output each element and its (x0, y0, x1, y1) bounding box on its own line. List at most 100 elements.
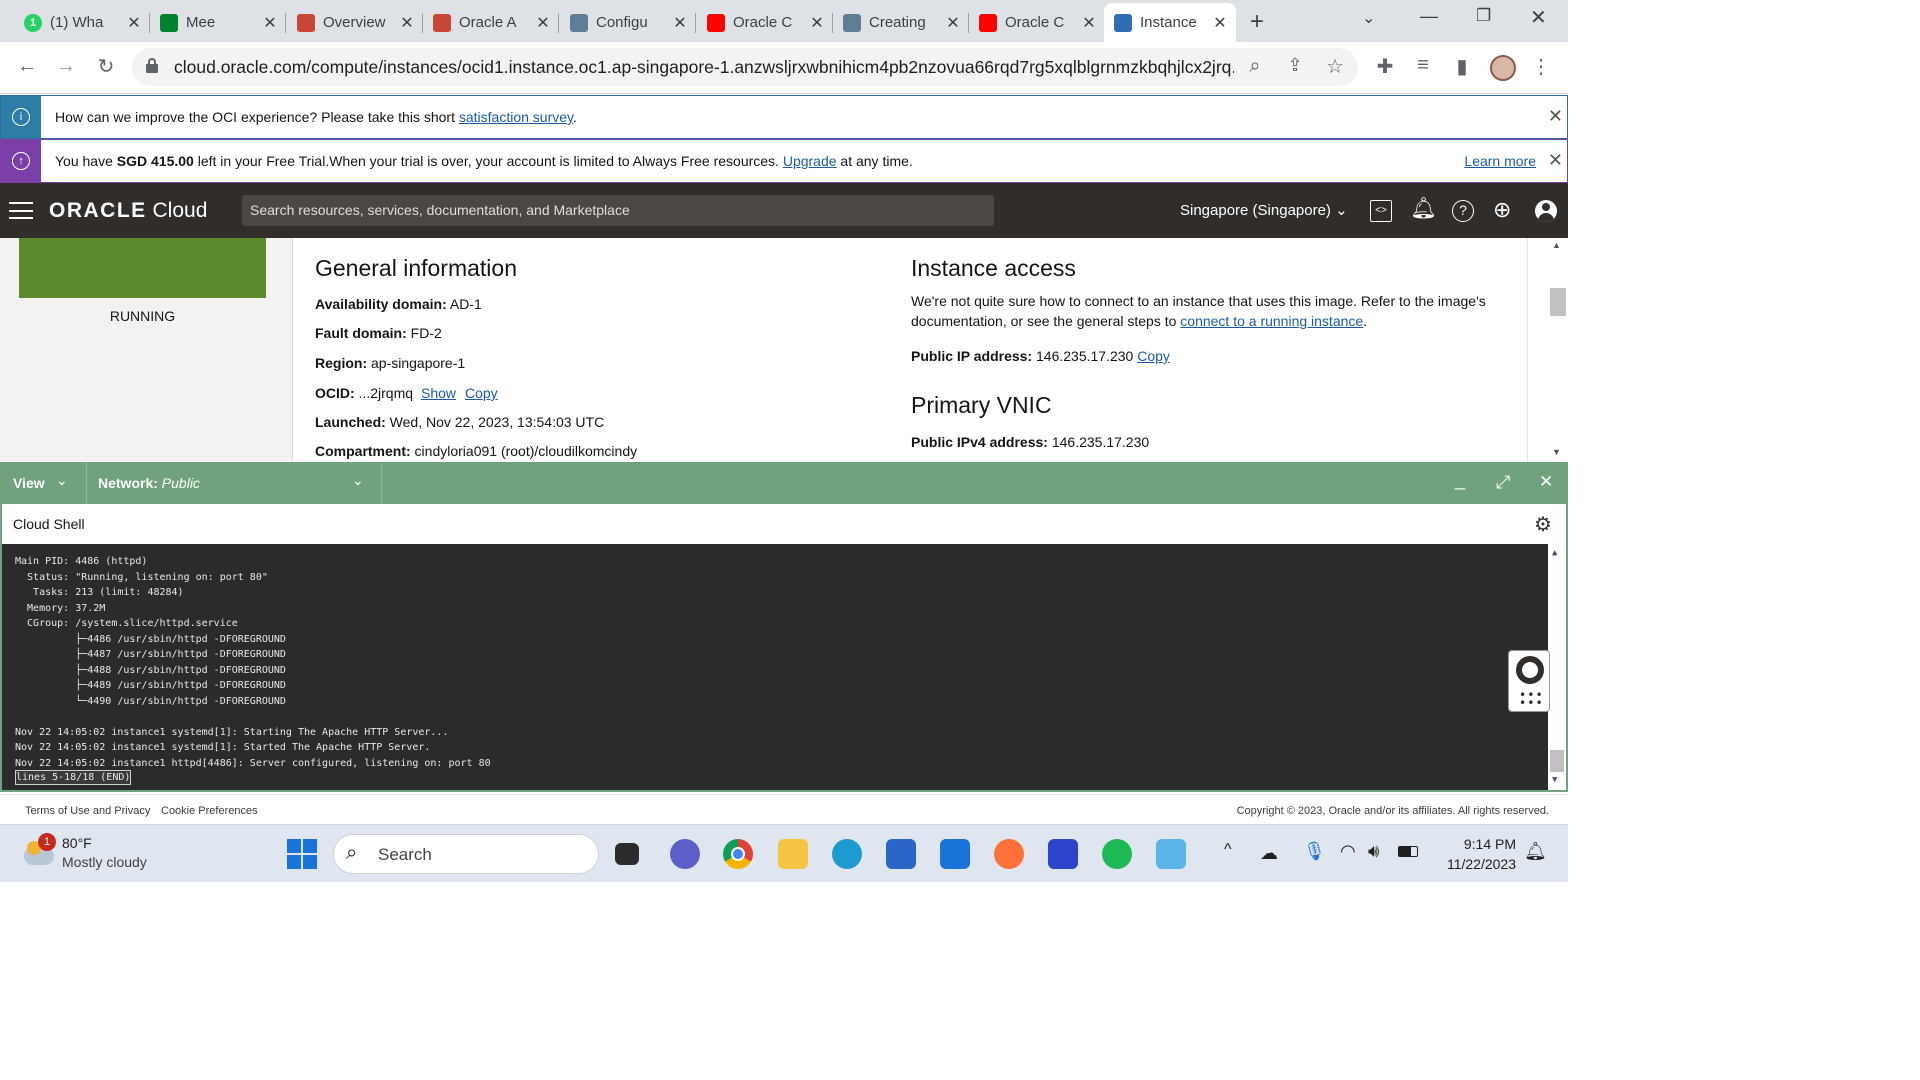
minimize-cloud-shell-button[interactable]: _ (1455, 470, 1465, 491)
close-tab-icon[interactable]: ✕ (943, 13, 963, 33)
close-tab-icon[interactable]: ✕ (533, 13, 553, 33)
close-trial-banner-icon[interactable]: ✕ (1548, 150, 1563, 171)
copy-public-ip-link[interactable]: Copy (1137, 348, 1170, 364)
close-tab-icon[interactable]: ✕ (807, 13, 827, 33)
hamburger-menu-icon[interactable] (9, 202, 33, 219)
onedrive-cloud-icon[interactable]: ☁ (1260, 843, 1278, 864)
maximize-cloud-shell-button[interactable]: ⤢ (1496, 472, 1510, 493)
show-hidden-icons-chevron-icon[interactable]: ^ (1224, 841, 1232, 859)
creative-app-icon[interactable] (1048, 839, 1078, 869)
close-window-button[interactable]: ✕ (1530, 5, 1547, 30)
network-selector[interactable]: Network: Public ⌄ (88, 462, 382, 504)
url-text[interactable]: cloud.oracle.com/compute/instances/ocid1… (174, 57, 1234, 78)
scroll-up-arrow-icon[interactable]: ▲ (1552, 548, 1557, 558)
bookmark-star-icon[interactable]: ☆ (1320, 54, 1350, 79)
help-icon[interactable]: ? (1452, 200, 1474, 222)
task-view-icon[interactable] (615, 843, 639, 865)
browser-menu-icon[interactable]: ⋮ (1526, 54, 1556, 79)
scroll-up-arrow-icon[interactable]: ▲ (1552, 240, 1561, 250)
terms-privacy-link[interactable]: Terms of Use and Privacy (25, 805, 150, 817)
ocid-copy-link[interactable]: Copy (465, 385, 498, 401)
browser-tab[interactable]: Oracle A ✕ (423, 3, 559, 42)
scrollbar-thumb[interactable] (1550, 288, 1566, 316)
close-tab-icon[interactable]: ✕ (1079, 13, 1099, 33)
lock-icon[interactable] (146, 58, 158, 73)
media-control-icon[interactable]: ≡ (1408, 54, 1438, 77)
apps-grid-icon[interactable]: ••• ••• (1519, 689, 1544, 709)
close-tab-icon[interactable]: ✕ (260, 13, 280, 33)
clock[interactable]: 9:14 PM 11/22/2023 (1430, 834, 1516, 874)
taskbar-search-box[interactable]: ⌕ Search (333, 834, 599, 874)
terminal-scrollbar-thumb[interactable] (1550, 750, 1564, 772)
close-tab-icon[interactable]: ✕ (670, 13, 690, 33)
upgrade-link[interactable]: Upgrade (783, 153, 837, 169)
terminal-line: Status: "Running, listening on: port 80" (15, 571, 268, 583)
tab-search-icon[interactable]: ⌄ (1362, 8, 1375, 28)
microphone-icon[interactable]: 🎙︎ (1303, 841, 1326, 862)
browser-tab[interactable]: Configu ✕ (560, 3, 696, 42)
teams-chat-icon[interactable] (670, 839, 700, 869)
browser-tab[interactable]: Oracle C ✕ (697, 3, 833, 42)
notepad-icon[interactable] (1156, 839, 1186, 869)
language-globe-icon[interactable]: ⊕ (1493, 197, 1511, 223)
lifebuoy-icon[interactable] (1516, 656, 1544, 684)
browser-tab[interactable]: Oracle C ✕ (969, 3, 1105, 42)
close-tab-icon[interactable]: ✕ (1210, 13, 1230, 33)
notification-bell-icon[interactable]: 🔔︎ (1524, 841, 1547, 862)
mail-icon[interactable] (940, 839, 970, 869)
battery-icon[interactable] (1398, 846, 1418, 857)
region-selector[interactable]: Singapore (Singapore) ⌄ (1180, 201, 1348, 219)
help-widget[interactable]: ••• ••• (1508, 650, 1550, 712)
cookie-preferences-link[interactable]: Cookie Preferences (161, 805, 258, 817)
connect-instance-link[interactable]: connect to a running instance (1180, 313, 1363, 329)
satisfaction-survey-link[interactable]: satisfaction survey (459, 109, 573, 125)
page-scrollbar[interactable]: ▲ ▼ (1527, 238, 1568, 461)
new-tab-button[interactable]: + (1250, 8, 1264, 36)
firefox-icon[interactable] (994, 839, 1024, 869)
reload-icon[interactable]: ↻ (91, 54, 121, 79)
profile-avatar[interactable] (1490, 55, 1516, 81)
forward-arrow-icon[interactable]: → (51, 55, 81, 78)
oracle-cloud-logo[interactable]: ORACLE Cloud (49, 199, 207, 223)
notifications-bell-icon[interactable]: 🔔︎ (1410, 197, 1437, 221)
browser-tab[interactable]: Instance ✕ (1104, 3, 1236, 42)
close-tab-icon[interactable]: ✕ (397, 13, 417, 33)
start-windows-icon[interactable] (287, 839, 317, 869)
microsoft-store-icon[interactable] (886, 839, 916, 869)
wifi-icon[interactable]: ◠ (1340, 841, 1356, 862)
zoom-icon[interactable]: ⌕ (1240, 55, 1270, 78)
browser-tab[interactable]: Overview ✕ (287, 3, 423, 42)
volume-icon[interactable]: 🔊︎ (1368, 841, 1379, 862)
scroll-down-arrow-icon[interactable]: ▼ (1552, 447, 1561, 457)
global-search-input[interactable]: Search resources, services, documentatio… (242, 195, 994, 226)
ocid-show-link[interactable]: Show (421, 385, 456, 401)
weather-widget[interactable]: 1 80°F Mostly cloudy (22, 833, 202, 877)
terminal-scrollbar[interactable]: ▲ ▼ (1548, 544, 1566, 790)
cloud-shell-icon[interactable]: <> (1370, 200, 1392, 222)
spotify-icon[interactable] (1102, 839, 1132, 869)
edge-icon[interactable] (832, 839, 862, 869)
browser-tab[interactable]: Creating ✕ (833, 3, 969, 42)
close-survey-banner-icon[interactable]: ✕ (1548, 106, 1563, 127)
learn-more-link[interactable]: Learn more (1464, 153, 1536, 169)
general-info-value: FD-2 (406, 325, 442, 341)
share-icon[interactable]: ⇪ (1280, 55, 1310, 76)
back-arrow-icon[interactable]: ← (12, 55, 42, 78)
browser-tab[interactable]: 1 (1) Wha ✕ (14, 3, 150, 42)
weather-temp: 80°F (62, 835, 92, 851)
settings-gear-icon[interactable]: ⚙ (1534, 512, 1552, 537)
minimize-window-button[interactable]: — (1420, 6, 1438, 27)
side-panel-icon[interactable]: ▮ (1447, 54, 1477, 79)
chrome-icon[interactable] (723, 839, 753, 869)
file-explorer-icon[interactable] (778, 839, 808, 869)
cloud-shell-terminal[interactable]: Main PID: 4486 (httpd) Status: "Running,… (0, 544, 1568, 792)
profile-icon[interactable] (1535, 200, 1557, 222)
extensions-puzzle-icon[interactable]: ✚ (1370, 54, 1400, 79)
view-menu[interactable]: View ⌄ (0, 462, 87, 504)
browser-tab[interactable]: Mee ✕ (150, 3, 286, 42)
scroll-down-arrow-icon[interactable]: ▼ (1552, 775, 1557, 785)
address-bar[interactable]: cloud.oracle.com/compute/instances/ocid1… (132, 48, 1358, 86)
restore-window-button[interactable]: ❐ (1476, 6, 1491, 26)
close-tab-icon[interactable]: ✕ (124, 13, 144, 33)
close-cloud-shell-button[interactable]: ✕ (1539, 472, 1553, 492)
